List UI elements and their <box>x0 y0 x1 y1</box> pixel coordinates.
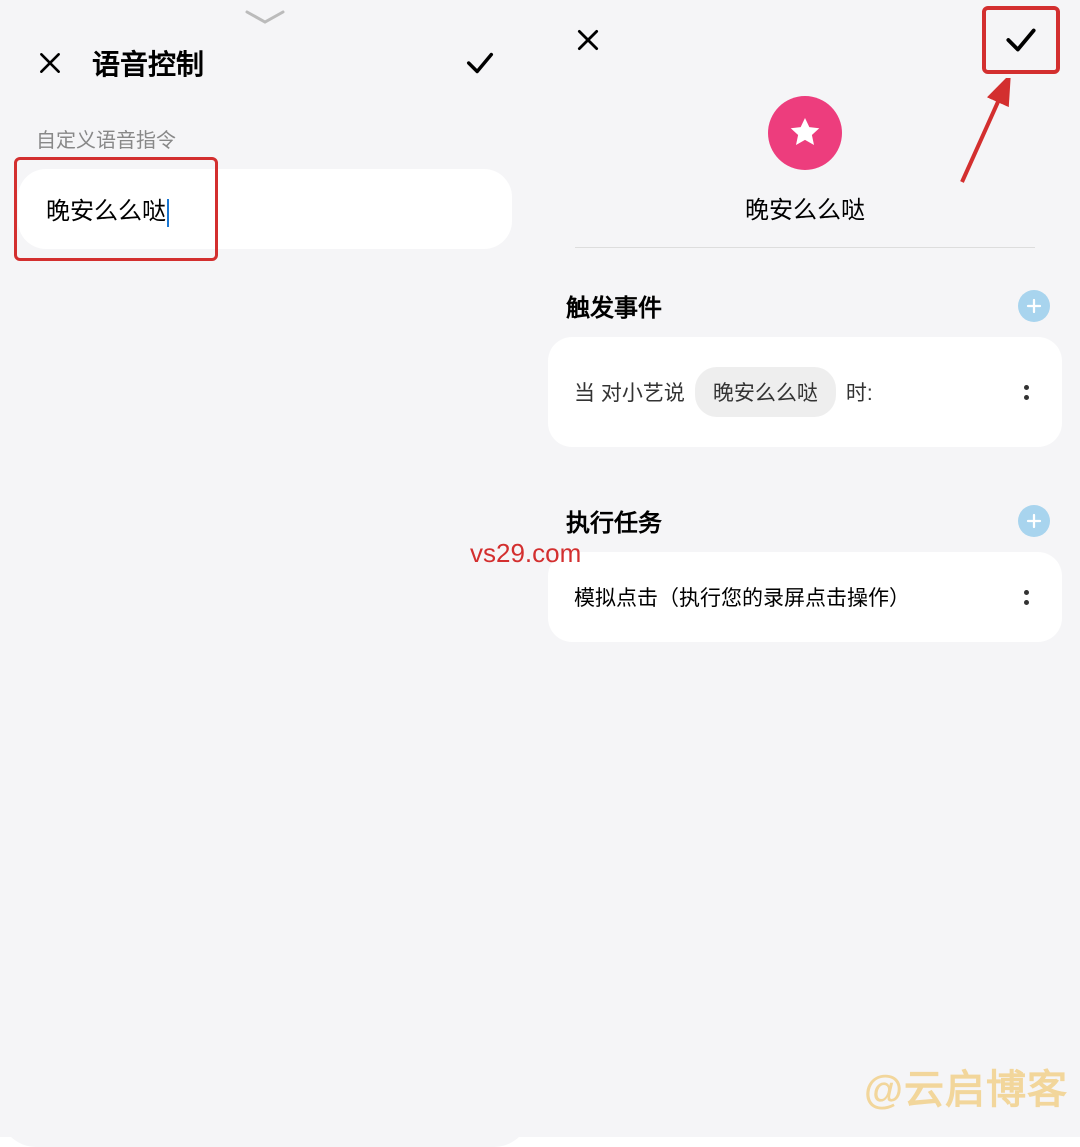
tasks-section-header: 执行任务 <box>530 495 1080 552</box>
right-topbar <box>530 0 1080 80</box>
text-caret <box>167 199 169 227</box>
annotation-highlight-confirm <box>982 6 1060 74</box>
close-icon[interactable] <box>30 43 70 83</box>
page-title: 语音控制 <box>92 43 204 83</box>
trigger-card: 当 对小艺说 晚安么么哒 时: <box>548 337 1062 447</box>
left-topbar: 语音控制 <box>0 28 530 98</box>
section-label: 自定义语音指令 <box>0 98 530 169</box>
confirm-icon[interactable] <box>460 43 500 83</box>
left-pane: 语音控制 自定义语音指令 晚安么么哒 <box>0 0 530 1137</box>
more-icon[interactable] <box>1016 590 1036 605</box>
task-card: 模拟点击（执行您的录屏点击操作） <box>548 552 1062 642</box>
trigger-chip[interactable]: 晚安么么哒 <box>695 367 836 417</box>
close-icon[interactable] <box>568 20 608 60</box>
add-task-button[interactable] <box>1018 505 1050 537</box>
trigger-section-header: 触发事件 <box>530 280 1080 337</box>
task-item: 模拟点击（执行您的录屏点击操作） <box>574 582 910 612</box>
add-trigger-button[interactable] <box>1018 290 1050 322</box>
voice-command-input[interactable]: 晚安么么哒 <box>18 169 512 249</box>
trigger-suffix: 时: <box>846 377 873 407</box>
tasks-heading: 执行任务 <box>566 503 662 538</box>
drag-handle-icon[interactable] <box>245 10 285 28</box>
trigger-prefix: 当 对小艺说 <box>574 377 685 407</box>
scene-title: 晚安么么哒 <box>575 190 1035 248</box>
trigger-heading: 触发事件 <box>566 288 662 323</box>
scene-star-icon <box>768 96 842 170</box>
right-pane: 晚安么么哒 触发事件 当 对小艺说 晚安么么哒 时: 执行任务 模拟点击（执行您… <box>530 0 1080 1137</box>
confirm-icon[interactable] <box>1001 20 1041 60</box>
input-value: 晚安么么哒 <box>46 198 166 225</box>
more-icon[interactable] <box>1016 385 1036 400</box>
